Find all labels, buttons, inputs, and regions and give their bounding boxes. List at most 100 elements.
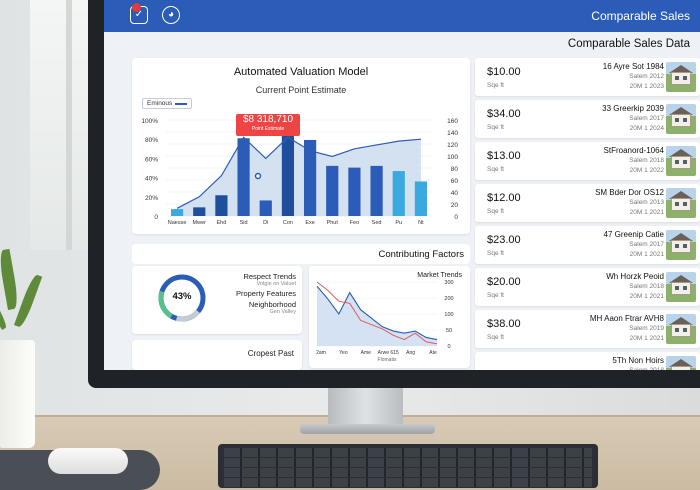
x-axis-label: Flomatis <box>378 357 397 363</box>
right-axis-tick: 100 <box>447 154 458 161</box>
comparable-price: $13.00 <box>487 150 521 162</box>
y-axis-tick: 300 <box>444 280 453 286</box>
factor-label: Neighborhood <box>248 300 296 309</box>
bar <box>259 200 272 216</box>
left-axis-tick: 20% <box>145 195 158 202</box>
user-menu-icon[interactable]: ◕ <box>162 6 180 24</box>
comparable-list-item[interactable]: $10.00 Sqe ft 16 Ayre Sot 1984 Salem 2012 20… <box>475 58 700 96</box>
app-screen: ✓ ◕ Comparable Sales Comparable Sales Da… <box>104 0 700 370</box>
house-thumbnail <box>666 230 696 260</box>
x-axis-tick: Ame <box>361 350 372 356</box>
left-axis-tick: 80% <box>145 137 158 144</box>
comparable-sale-info: Salem 2012 <box>629 73 664 80</box>
factors-title: Contributing Factors <box>378 249 464 260</box>
right-axis-tick: 40 <box>451 190 459 197</box>
market-trends-panel: 0 50 100 200 300 2am Yeo Ame Arwe 615 Ang Ate Floma… <box>309 266 470 368</box>
comparable-sale-date: 20M 1 2023 <box>629 83 664 90</box>
x-axis-tick: Ang <box>406 350 415 356</box>
trend-area <box>317 286 437 346</box>
section-title: Comparable Sales Data <box>567 38 690 50</box>
x-axis-tick: Arwe 615 <box>378 350 399 356</box>
keyboard <box>218 444 598 488</box>
right-axis-tick: 60 <box>451 178 459 185</box>
comparable-unit: Sqe ft <box>487 124 504 131</box>
house-thumbnail <box>666 146 696 176</box>
comparable-price: $34.00 <box>487 108 521 120</box>
monitor: ✓ ◕ Comparable Sales Comparable Sales Da… <box>88 0 700 388</box>
valuation-title: Automated Valuation Model <box>233 66 369 78</box>
right-axis-tick: 80 <box>451 166 459 173</box>
bar <box>193 207 206 216</box>
title-bar: ✓ ◕ Comparable Sales <box>104 0 700 32</box>
comparable-list-item[interactable]: 5Th Non Hoirs Salem 2018 <box>475 352 700 370</box>
bar <box>326 165 339 216</box>
x-axis-tick: Phut <box>327 220 339 226</box>
comparable-list-item[interactable]: $12.00 Sqe ft SM Bder Dor OS12 Salem 2013 20… <box>475 184 700 222</box>
comparable-sale-info: Salem 2017 <box>629 241 664 248</box>
x-axis-tick: Yeo <box>339 350 348 356</box>
bar <box>215 195 228 216</box>
comparable-list-item[interactable]: $38.00 Sqe ft MH Aaon Ftrar AVH8 Salem 2019… <box>475 310 700 348</box>
comparable-address: StFroanord-1064 <box>603 146 664 155</box>
comparable-sale-date: 20M 1 2021 <box>629 209 664 216</box>
comparable-unit: Sqe ft <box>487 82 504 89</box>
x-axis-tick: Pu <box>395 220 402 226</box>
comparable-sale-info: Salem 2018 <box>629 367 664 370</box>
left-axis-tick: 60% <box>145 156 158 163</box>
comparable-price: $38.00 <box>487 318 521 330</box>
factor-sub: Volgie on Valuet <box>256 281 296 287</box>
comparable-sale-date: 20M 1 2022 <box>629 167 664 174</box>
x-axis-tick: Mwer <box>193 220 207 226</box>
legend-label: Eminous <box>147 100 173 107</box>
plant-pot <box>0 340 35 448</box>
market-trends-title: Market Trends <box>417 272 462 279</box>
comparable-sales-list: $10.00 Sqe ft 16 Ayre Sot 1984 Salem 2012 20… <box>475 58 700 370</box>
x-axis-tick: Con <box>283 220 293 226</box>
monitor-stand-base <box>300 424 435 434</box>
chart-legend[interactable]: Eminous <box>142 98 193 109</box>
comparable-sale-info: Salem 2018 <box>629 283 664 290</box>
valuation-subtitle: Current Point Estimate <box>255 85 347 95</box>
estimate-point-marker <box>254 172 262 180</box>
comparable-list-item[interactable]: $13.00 Sqe ft StFroanord-1064 Salem 2018 20M… <box>475 142 700 180</box>
house-thumbnail <box>666 272 696 302</box>
cropest-past-panel[interactable]: Cropest Past <box>132 340 302 370</box>
house-thumbnail <box>666 356 696 370</box>
mouse <box>48 448 128 474</box>
bar <box>170 209 184 216</box>
comparable-price: $12.00 <box>487 192 521 204</box>
comparable-sale-date: 20M 1 2021 <box>629 251 664 258</box>
x-axis-tick: 2am <box>316 350 326 356</box>
x-axis-tick: Sid <box>240 220 248 226</box>
comparable-list-item[interactable]: $23.00 Sqe ft 47 Greenip Catie Salem 2017 20… <box>475 226 700 264</box>
comparable-address: 47 Greenip Catie <box>603 230 664 239</box>
x-axis-tick: Sed <box>372 220 382 226</box>
comparable-sale-date: 20M 1 2021 <box>629 293 664 300</box>
y-axis-tick: 100 <box>444 312 453 318</box>
comparable-price: $10.00 <box>487 66 521 78</box>
comparable-list-item[interactable]: $34.00 Sqe ft 33 Greerkip 2039 Salem 2017 20… <box>475 100 700 138</box>
factor-label: Respect Trends <box>243 272 296 281</box>
house-thumbnail <box>666 104 696 134</box>
y-axis-tick: 0 <box>447 344 450 350</box>
comparable-sale-info: Salem 2017 <box>629 115 664 122</box>
house-thumbnail <box>666 314 696 344</box>
right-axis-tick: 120 <box>447 142 458 149</box>
right-axis-tick: 160 <box>447 118 458 125</box>
comparable-address: MH Aaon Ftrar AVH8 <box>589 314 664 323</box>
notification-badge <box>132 3 141 12</box>
valuation-panel: Automated Valuation Model Current Point … <box>132 58 470 234</box>
comparable-price: $20.00 <box>487 276 521 288</box>
left-axis-tick: 0 <box>154 214 158 221</box>
point-estimate-callout[interactable]: $8 318,710 Point Estimate <box>236 114 300 136</box>
x-axis-tick: Ehd <box>217 220 227 226</box>
x-axis-tick: Ate <box>429 350 437 356</box>
house-thumbnail <box>666 62 696 92</box>
comparable-address: Wh Horzk Peoid <box>606 272 664 281</box>
comparable-list-item[interactable]: $20.00 Sqe ft Wh Horzk Peoid Salem 2018 20M … <box>475 268 700 306</box>
comparable-sale-date: 20M 1 2024 <box>629 125 664 132</box>
left-axis-tick: 40% <box>145 176 158 183</box>
y-axis-tick: 200 <box>444 296 453 302</box>
x-axis-tick: Nt <box>418 220 424 226</box>
comparable-sale-info: Salem 2018 <box>629 157 664 164</box>
